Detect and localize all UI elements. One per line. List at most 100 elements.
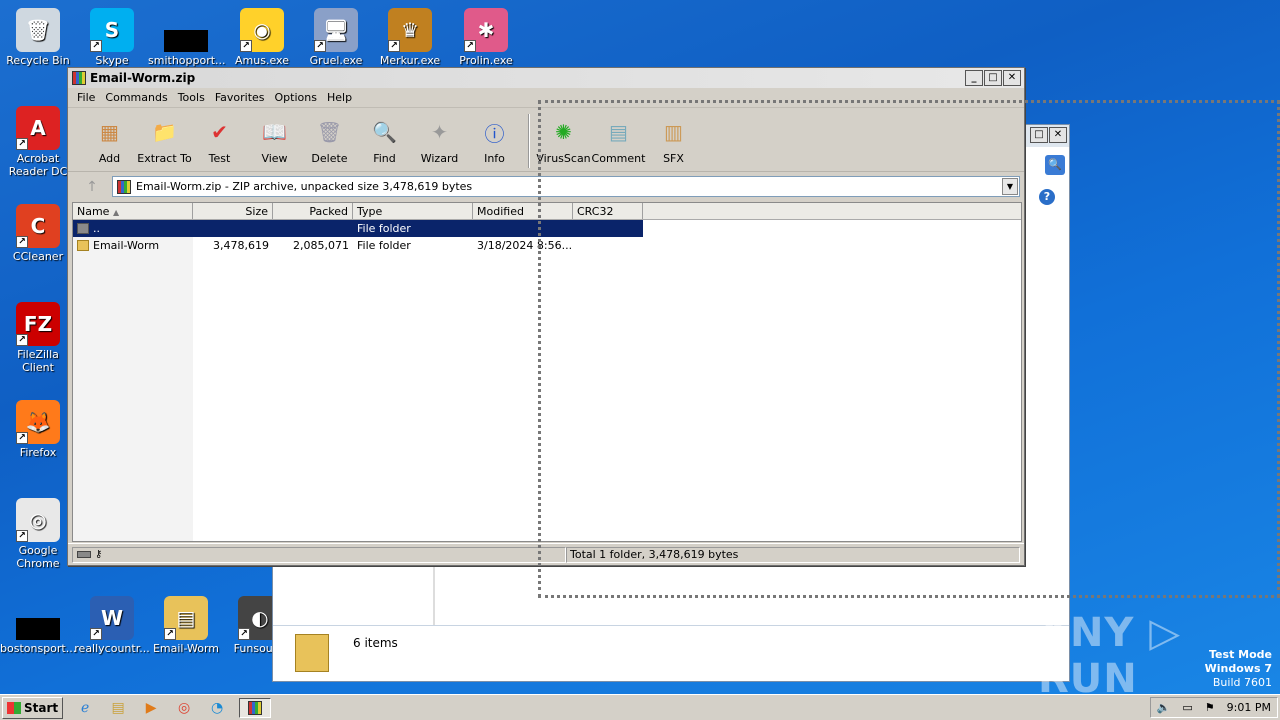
cell-size: 3,478,619 (213, 239, 269, 252)
chrome-icon[interactable]: ◎ (173, 698, 195, 718)
menu-item-help[interactable]: Help (322, 91, 357, 104)
col-type[interactable]: Type (353, 203, 473, 219)
app-icon: ▤ ↗ (164, 596, 208, 640)
shortcut-arrow-icon: ↗ (16, 530, 28, 542)
menu-item-file[interactable]: File (72, 91, 100, 104)
close-icon[interactable]: ✕ (1003, 70, 1021, 86)
desktop-icon[interactable]: bostonsport... (0, 596, 76, 655)
table-row[interactable]: .. File folder (73, 220, 643, 237)
table-row[interactable]: Email-Worm 3,478,619 2,085,071 File folder 3… (73, 237, 1021, 254)
network-icon[interactable]: ▭ (1182, 701, 1192, 714)
windows-logo-icon (7, 701, 21, 714)
key-icon[interactable]: ⚷ (95, 549, 102, 560)
toolbar-label: View (261, 152, 288, 165)
menu-item-options[interactable]: Options (270, 91, 322, 104)
desktop-icon[interactable]: FZ ↗ FileZilla Client (0, 302, 76, 374)
col-packed[interactable]: Packed (273, 203, 353, 219)
desktop-icon-label: bostonsport... (0, 642, 77, 655)
window-title: Email-Worm.zip (90, 71, 196, 85)
comment-button[interactable]: ▤ Comment (591, 112, 646, 165)
desktop-icon[interactable]: 🗑 Recycle Bin (0, 8, 76, 67)
desktop-icon[interactable]: ✱ ↗ Prolin.exe (448, 8, 524, 67)
menu-item-tools[interactable]: Tools (173, 91, 210, 104)
find-icon: 🔍 (372, 120, 397, 144)
add-button[interactable]: ▦ Add (82, 112, 137, 165)
start-button[interactable]: Start (2, 696, 64, 719)
shortcut-arrow-icon: ↗ (240, 40, 252, 52)
help-icon[interactable]: ? (1039, 189, 1055, 205)
desktop-icon[interactable]: 🖥 ↗ Gruel.exe (298, 8, 374, 67)
folder-icon (295, 634, 329, 672)
action-center-icon[interactable]: ⚑ (1205, 701, 1215, 714)
maximize-icon[interactable]: □ (984, 70, 1002, 86)
winrar-taskbar-button[interactable] (239, 697, 272, 718)
drive-icon[interactable] (77, 551, 91, 558)
winrar-icon (72, 71, 86, 85)
maximize-icon[interactable]: □ (1030, 127, 1048, 143)
extract-to-button[interactable]: 📁 Extract To (137, 112, 192, 165)
col-size[interactable]: Size (193, 203, 273, 219)
desktop-icon[interactable]: 🦊 ↗ Firefox (0, 400, 76, 459)
shortcut-arrow-icon: ↗ (16, 236, 28, 248)
desktop-icon[interactable]: W ↗ reallycountr... (74, 596, 150, 655)
system-tray: 🔈 ▭ ⚑ 9:01 PM (1149, 697, 1278, 718)
ie-icon[interactable]: ℯ (74, 698, 96, 718)
explorer-icon[interactable]: ▤ (107, 698, 129, 718)
address-field[interactable]: Email-Worm.zip - ZIP archive, unpacked s… (112, 176, 1020, 197)
col-name[interactable]: Name ▲ (73, 203, 193, 219)
extract-to-icon: 📁 (152, 120, 177, 144)
delete-icon: 🗑 (316, 120, 343, 144)
view-button[interactable]: 📖 View (247, 112, 302, 165)
col-crc32[interactable]: CRC32 (573, 203, 643, 219)
desktop-icon[interactable]: ▤ ↗ Email-Worm (148, 596, 224, 655)
toolbar-label: SFX (663, 152, 684, 165)
file-list[interactable]: Name ▲ Size Packed Type Modified CRC32 .… (72, 202, 1022, 542)
winrar-titlebar[interactable]: Email-Worm.zip _ □ ✕ (68, 68, 1024, 88)
menu-item-commands[interactable]: Commands (100, 91, 172, 104)
toolbar-label: Test (208, 152, 231, 165)
app-icon (16, 618, 60, 640)
desktop-icon-label: Firefox (19, 446, 57, 459)
folder-icon (77, 223, 89, 234)
chevron-down-icon[interactable]: ▼ (1002, 178, 1018, 195)
desktop-icon[interactable]: ◎ ↗ Google Chrome (0, 498, 76, 570)
desktop-icon[interactable]: ◉ ↗ Amus.exe (224, 8, 300, 67)
info-button[interactable]: ⓘ Info (467, 112, 522, 166)
app-icon: FZ ↗ (16, 302, 60, 346)
cell-name: Email-Worm (73, 239, 193, 252)
menu-item-favorites[interactable]: Favorites (210, 91, 270, 104)
shortcut-arrow-icon: ↗ (16, 138, 28, 150)
desktop-icon[interactable]: C ↗ CCleaner (0, 204, 76, 263)
minimize-icon[interactable]: _ (965, 70, 983, 86)
cell-packed: 2,085,071 (293, 239, 349, 252)
find-button[interactable]: 🔍 Find (357, 112, 412, 165)
app-icon (164, 30, 208, 52)
col-modified[interactable]: Modified (473, 203, 573, 219)
media-player-icon[interactable]: ▶ (140, 698, 162, 718)
desktop-icon[interactable]: ♛ ↗ Merkur.exe (372, 8, 448, 67)
sfx-button[interactable]: ▥ SFX (646, 112, 701, 165)
test-mode-watermark: Test Mode Windows 7 Build 7601 (1204, 648, 1272, 689)
up-arrow-icon[interactable]: ↑ (72, 176, 112, 198)
view-icon: 📖 (262, 120, 287, 144)
comment-icon: ▤ (609, 120, 628, 144)
desktop-icon[interactable]: smithopport... (148, 8, 226, 67)
toolbar-label: Comment (591, 152, 646, 165)
test-button[interactable]: ✔ Test (192, 112, 247, 165)
shortcut-arrow-icon: ↗ (164, 628, 176, 640)
toolbar-label: Wizard (420, 152, 459, 165)
virusscan-button[interactable]: ✺ VirusScan (536, 112, 591, 165)
delete-button[interactable]: 🗑 Delete (302, 112, 357, 165)
wizard-button[interactable]: ✦ Wizard (412, 112, 467, 165)
volume-icon[interactable]: 🔈 (1157, 701, 1171, 714)
desktop-icon[interactable]: S ↗ Skype (74, 8, 150, 67)
close-icon[interactable]: ✕ (1049, 127, 1067, 143)
items-count: 6 items (353, 636, 398, 650)
winrar-window[interactable]: Email-Worm.zip _ □ ✕ File Commands Tools Fa… (67, 67, 1025, 566)
desktop-icon[interactable]: A ↗ Acrobat Reader DC (0, 106, 76, 178)
app-icon: ◎ ↗ (16, 498, 60, 542)
search-icon[interactable]: 🔍 (1045, 155, 1065, 175)
edge-icon[interactable]: ◔ (206, 698, 228, 718)
clock[interactable]: 9:01 PM (1227, 701, 1271, 714)
toolbar-label: VirusScan (536, 152, 591, 165)
